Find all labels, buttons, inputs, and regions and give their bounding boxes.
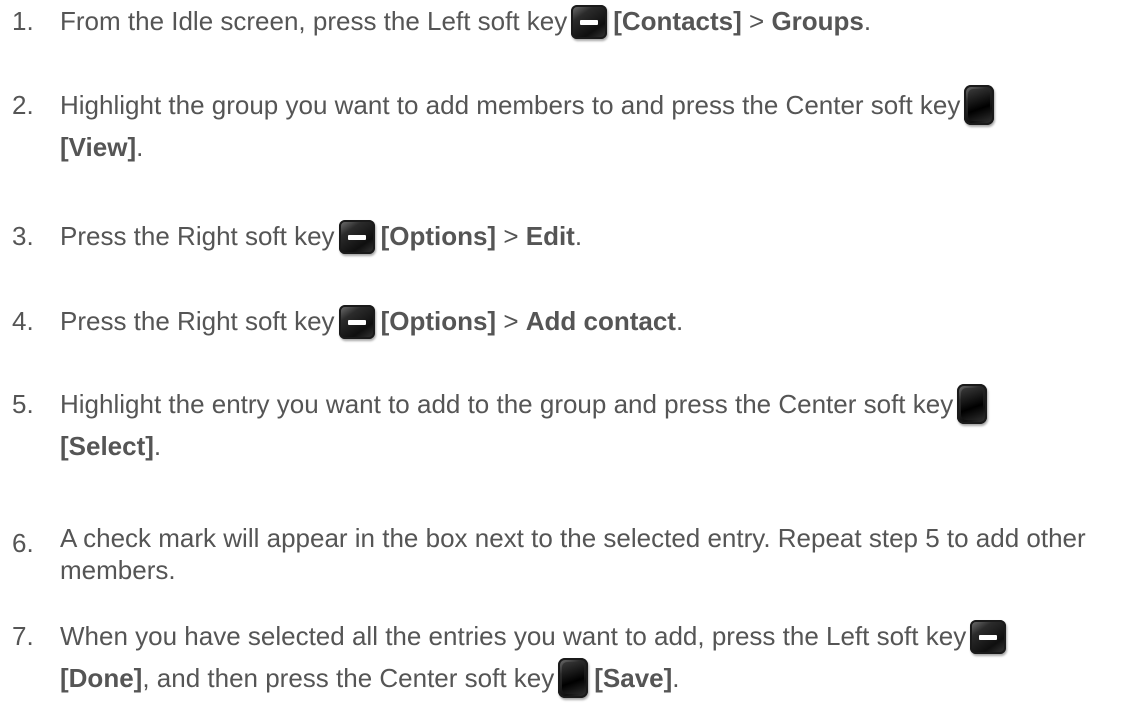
step-4-text-c: .: [675, 306, 684, 336]
step-number: 7.: [12, 621, 34, 651]
step-text: Highlight the entry you want to add to t…: [60, 383, 1146, 467]
step-6: 6. A check mark will appear in the box n…: [12, 522, 1146, 586]
step-7-text-b: , and then press the Center soft key: [142, 663, 555, 693]
step-2-text-a: Highlight the group you want to add memb…: [60, 90, 961, 120]
step-1-text-b: >: [741, 6, 772, 36]
step-7: 7. When you have selected all the entrie…: [12, 615, 1146, 699]
step-number: 5.: [12, 389, 34, 419]
right-soft-key-icon: [338, 305, 375, 339]
step-1: 1. From the Idle screen, press the Left …: [12, 0, 1146, 42]
step-number: 1.: [12, 6, 34, 36]
step-1-text-c: .: [863, 6, 872, 36]
step-number: 3.: [12, 221, 34, 251]
step-3: 3. Press the Right soft key [Options] > E…: [12, 215, 1146, 257]
step-text: Highlight the group you want to add memb…: [60, 84, 1146, 168]
step-7-text-a: When you have selected all the entries y…: [60, 621, 967, 651]
step-3-menu-item: Edit: [525, 221, 575, 251]
step-3-key-label: [Options]: [380, 221, 497, 251]
step-3-text-a: Press the Right soft key: [60, 221, 335, 251]
step-3-text-c: .: [574, 221, 583, 251]
step-text: From the Idle screen, press the Left sof…: [60, 0, 1146, 42]
center-soft-key-icon: [964, 85, 995, 125]
left-soft-key-icon: [970, 620, 1007, 654]
step-4-text-a: Press the Right soft key: [60, 306, 335, 336]
step-1-menu-item: Groups: [771, 6, 864, 36]
step-4-menu-item: Add contact: [525, 306, 676, 336]
step-7-text-c: .: [672, 663, 680, 693]
step-5-key-label: [Select]: [60, 431, 154, 461]
step-text: Press the Right soft key [Options] > Edit…: [60, 215, 1146, 257]
step-number: 4.: [12, 306, 34, 336]
step-5-text-b: .: [153, 431, 162, 461]
step-text: When you have selected all the entries y…: [60, 615, 1146, 699]
step-2-text-b: .: [136, 132, 144, 162]
step-1-text-a: From the Idle screen, press the Left sof…: [60, 6, 568, 36]
step-5-text-a: Highlight the entry you want to add to t…: [60, 389, 954, 419]
right-soft-key-icon: [338, 220, 375, 254]
step-number: 6.: [12, 528, 34, 558]
step-2-key-label: [View]: [60, 132, 137, 162]
step-2: 2. Highlight the group you want to add m…: [12, 84, 1146, 168]
step-6-text: A check mark will appear in the box next…: [60, 523, 1086, 585]
step-4-text-b: >: [496, 306, 526, 336]
center-soft-key-icon: [558, 658, 589, 698]
step-number: 2.: [12, 90, 34, 120]
step-1-key-label: [Contacts]: [613, 6, 742, 36]
step-4-key-label: [Options]: [380, 306, 497, 336]
step-3-text-b: >: [496, 221, 526, 251]
left-soft-key-icon: [571, 5, 608, 39]
step-5: 5. Highlight the entry you want to add t…: [12, 383, 1146, 467]
step-7-key-label-save: [Save]: [594, 663, 673, 693]
center-soft-key-icon: [957, 384, 988, 424]
step-7-key-label-done: [Done]: [60, 663, 143, 693]
step-4: 4. Press the Right soft key [Options] > A…: [12, 300, 1146, 342]
step-text: Press the Right soft key [Options] > Add …: [60, 300, 1146, 342]
